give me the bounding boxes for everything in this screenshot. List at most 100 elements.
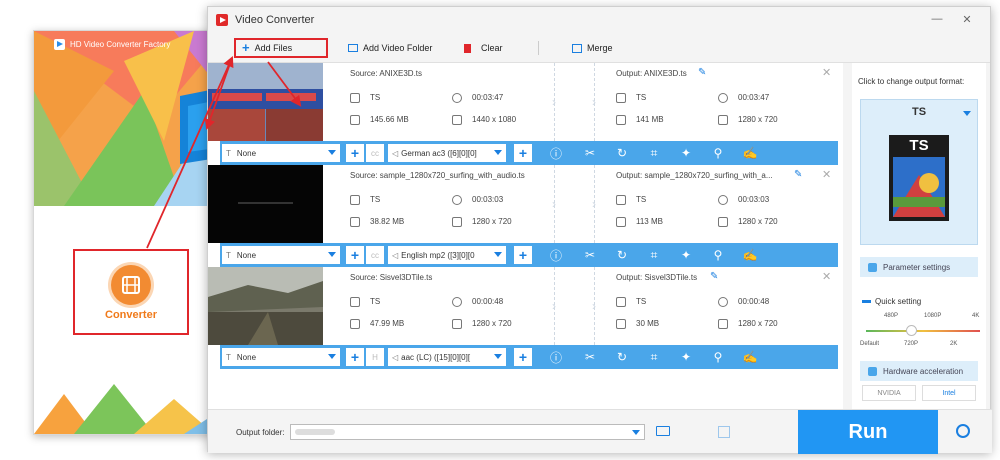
remove-file-icon[interactable]: ✕ — [822, 168, 831, 181]
scissors-icon[interactable]: ✂ — [582, 248, 598, 262]
edit-subtitle-icon[interactable]: ✍ — [742, 248, 758, 262]
file-row: Source: sample_1280x720_surfing_with_aud… — [208, 165, 843, 267]
format-icon — [616, 195, 626, 205]
out-duration: 00:03:47 — [718, 93, 769, 103]
output-format-panel: Click to change output format: TS TS Par… — [852, 63, 986, 409]
file-list: Source: ANIXE3D.ts TS 00:03:47 145.66 MB… — [208, 63, 843, 409]
resolution-icon — [718, 319, 728, 329]
rotate-icon[interactable]: ↻ — [614, 248, 630, 262]
out-duration: 00:03:03 — [718, 195, 769, 205]
video-thumbnail[interactable] — [208, 165, 323, 243]
subtitle-select[interactable]: T None — [222, 144, 340, 162]
out-format: TS — [616, 297, 646, 307]
out-resolution: 1280 x 720 — [718, 319, 778, 329]
merge-button[interactable]: Merge — [566, 38, 619, 58]
clear-button[interactable]: Clear — [458, 38, 509, 58]
rotate-icon[interactable]: ↻ — [614, 146, 630, 160]
add-audio-button[interactable]: + — [514, 144, 532, 162]
launcher-window: HD Video Converter Factory Converter — [33, 30, 229, 435]
watermark-stamp-icon[interactable]: ⚲ — [710, 248, 726, 262]
watermark-stamp-icon[interactable]: ⚲ — [710, 146, 726, 160]
subtitle-select[interactable]: T None — [222, 246, 340, 264]
effects-wand-icon[interactable]: ✦ — [678, 350, 694, 364]
speaker-icon: ◁ — [392, 148, 399, 158]
cc-icon[interactable]: cc — [366, 246, 384, 264]
out-size: 141 MB — [616, 115, 664, 125]
add-subtitle-button[interactable]: + — [346, 348, 364, 366]
bottom-bar: Output folder: Run — [208, 409, 992, 454]
add-subtitle-button[interactable]: + — [346, 144, 364, 162]
parameter-settings-button[interactable]: Parameter settings — [860, 257, 978, 277]
edit-name-icon[interactable]: ✎ — [710, 271, 718, 282]
action-bar: T None + cc ◁ English mp2 ([3][0][0 + ⓘ ✂ … — [220, 243, 838, 267]
launcher-title: HD Video Converter Factory — [54, 39, 170, 50]
clock-icon — [452, 195, 462, 205]
audio-track-select[interactable]: ◁ aac (LC) ([15][0][0][ — [388, 348, 506, 366]
edit-name-icon[interactable]: ✎ — [794, 169, 802, 180]
edit-subtitle-icon[interactable]: ✍ — [742, 350, 758, 364]
src-size: 47.99 MB — [350, 319, 404, 329]
add-audio-button[interactable]: + — [514, 348, 532, 366]
add-folder-label: Add Video Folder — [363, 43, 433, 53]
quality-slider[interactable] — [866, 325, 980, 336]
alarm-clock-icon[interactable] — [956, 424, 970, 438]
src-duration: 00:03:03 — [452, 195, 503, 205]
scissors-icon[interactable]: ✂ — [582, 146, 598, 160]
video-thumbnail[interactable] — [208, 63, 323, 141]
crop-icon[interactable]: ⌗ — [646, 248, 662, 263]
add-audio-button[interactable]: + — [514, 246, 532, 264]
audio-track-select[interactable]: ◁ English mp2 ([3][0][0 — [388, 246, 506, 264]
chevron-right-icon: › — [592, 95, 596, 109]
chevron-down-icon — [632, 430, 640, 435]
info-icon[interactable]: ⓘ — [548, 247, 564, 264]
slider-handle[interactable] — [906, 325, 917, 336]
nvidia-option[interactable]: NVIDIA — [862, 385, 916, 401]
merge-output-icon[interactable] — [718, 426, 730, 438]
scissors-icon[interactable]: ✂ — [582, 350, 598, 364]
close-button[interactable]: ✕ — [960, 13, 974, 26]
subtitle-select[interactable]: T None — [222, 348, 340, 366]
audio-track-select[interactable]: ◁ German ac3 ([6][0][0] — [388, 144, 506, 162]
format-icon — [616, 297, 626, 307]
launcher-logo-icon — [54, 39, 65, 50]
effects-wand-icon[interactable]: ✦ — [678, 146, 694, 160]
run-button[interactable]: Run — [798, 410, 938, 454]
crop-icon[interactable]: ⌗ — [646, 146, 662, 161]
output-folder-select[interactable] — [290, 424, 645, 440]
open-folder-icon[interactable] — [656, 426, 670, 436]
intel-option[interactable]: Intel — [922, 385, 976, 401]
converter-tile[interactable]: Converter — [73, 249, 189, 335]
add-files-button[interactable]: + Add Files — [234, 38, 328, 58]
output-name: Output: ANIXE3D.ts — [616, 69, 687, 78]
add-subtitle-button[interactable]: + — [346, 246, 364, 264]
info-icon[interactable]: ⓘ — [548, 145, 564, 162]
hardware-acceleration-button[interactable]: Hardware acceleration — [860, 361, 978, 381]
rotate-icon[interactable]: ↻ — [614, 350, 630, 364]
watermark-stamp-icon[interactable]: ⚲ — [710, 350, 726, 364]
speaker-icon: ◁ — [392, 250, 399, 260]
add-video-folder-button[interactable]: Add Video Folder — [342, 38, 438, 58]
chevron-down-icon — [328, 252, 336, 257]
file-size-icon — [616, 217, 626, 227]
minimize-button[interactable]: — — [930, 13, 944, 25]
remove-file-icon[interactable]: ✕ — [822, 66, 831, 79]
chevron-right-icon: › — [592, 299, 596, 313]
format-selector[interactable]: TS TS — [860, 99, 978, 245]
video-thumbnail[interactable] — [208, 267, 323, 345]
launcher-title-text: HD Video Converter Factory — [70, 40, 171, 49]
crop-icon[interactable]: ⌗ — [646, 350, 662, 365]
text-icon: T — [226, 148, 231, 158]
cc-icon[interactable]: H — [366, 348, 384, 366]
effects-wand-icon[interactable]: ✦ — [678, 248, 694, 262]
cc-icon[interactable]: cc — [366, 144, 384, 162]
tick-2k: 2K — [950, 341, 958, 347]
info-icon[interactable]: ⓘ — [548, 349, 564, 366]
source-name: Source: Sisvel3DTile.ts — [350, 273, 433, 282]
edit-name-icon[interactable]: ✎ — [698, 67, 706, 78]
merge-label: Merge — [587, 43, 613, 53]
remove-file-icon[interactable]: ✕ — [822, 270, 831, 283]
output-name: Output: sample_1280x720_surfing_with_a..… — [616, 171, 773, 180]
out-resolution: 1280 x 720 — [718, 217, 778, 227]
edit-subtitle-icon[interactable]: ✍ — [742, 146, 758, 160]
src-size: 38.82 MB — [350, 217, 404, 227]
